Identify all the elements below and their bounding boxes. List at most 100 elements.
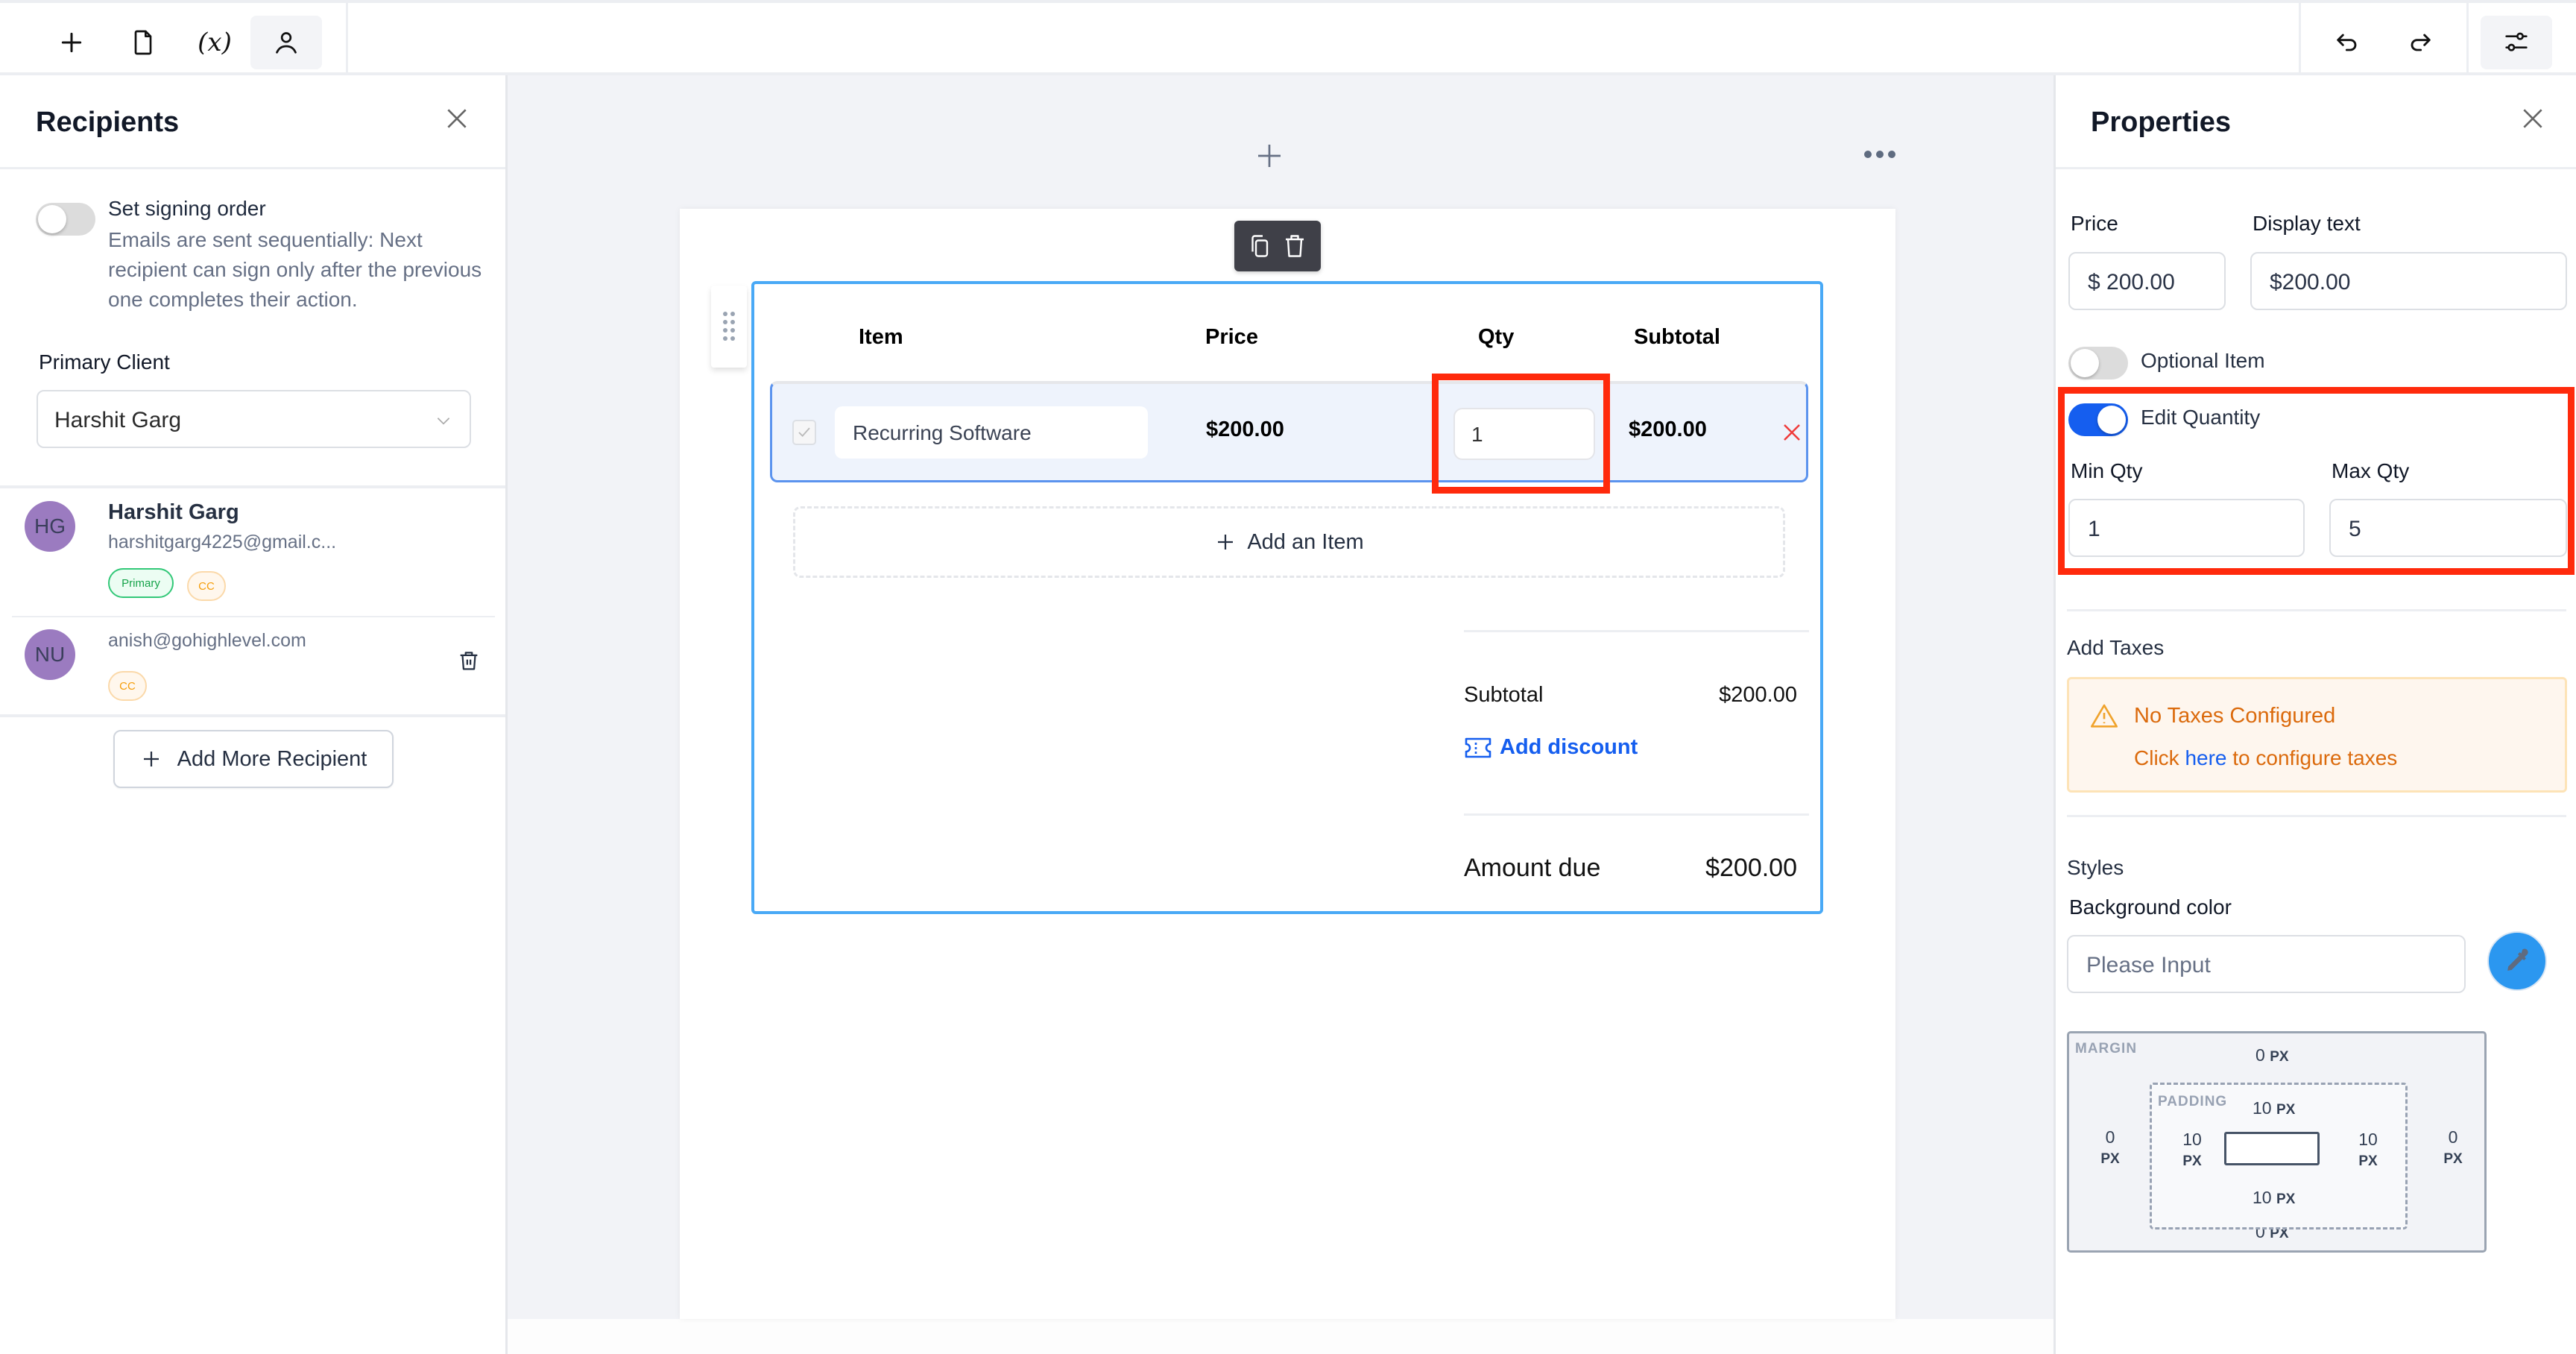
cc-badge: CC — [187, 571, 226, 601]
product-list-block[interactable]: Item Price Qty Subtotal Recurring Softwa… — [751, 281, 1823, 914]
optional-item-label: Optional Item — [2141, 349, 2265, 372]
toolbar-divider — [2466, 3, 2469, 75]
redo-icon — [2411, 34, 2431, 51]
price-label: Price — [2071, 212, 2118, 235]
column-header-price: Price — [1205, 325, 1258, 349]
add-discount-link[interactable]: Add discount — [1464, 735, 1638, 760]
toolbar-divider — [346, 3, 348, 75]
chevron-down-icon — [437, 418, 450, 425]
primary-client-select[interactable]: Harshit Garg — [37, 390, 471, 448]
primary-client-label: Primary Client — [39, 350, 170, 374]
no-taxes-description: Click here to configure taxes — [2134, 746, 2397, 770]
remove-row-icon[interactable] — [1781, 421, 1803, 444]
margin-right[interactable]: 0 PX — [2442, 1127, 2464, 1168]
recipients-button[interactable] — [250, 16, 322, 69]
more-options-icon[interactable] — [1863, 148, 1896, 160]
row-checkbox[interactable] — [792, 420, 816, 445]
top-toolbar: (x) — [0, 0, 2576, 75]
no-taxes-alert: No Taxes Configured Click here to config… — [2067, 677, 2567, 793]
trash-icon[interactable] — [456, 646, 482, 676]
subtotal-label: Subtotal — [1464, 683, 1544, 707]
check-icon — [798, 427, 810, 438]
duplicate-icon[interactable] — [1249, 233, 1272, 259]
add-item-button[interactable]: Add an Item — [793, 506, 1785, 578]
edit-quantity-toggle[interactable] — [2068, 403, 2128, 436]
plus-icon — [61, 32, 82, 53]
variable-icon: (x) — [198, 28, 232, 57]
primary-badge: Primary — [108, 568, 174, 598]
max-qty-label: Max Qty — [2332, 459, 2410, 482]
quantity-input[interactable]: 1 — [1453, 408, 1595, 460]
display-text-label: Display text — [2253, 212, 2361, 235]
recipient-email: harshitgarg4225@gmail.c... — [108, 532, 337, 552]
avatar: HG — [25, 501, 75, 552]
variables-button[interactable]: (x) — [179, 16, 250, 69]
document-icon — [134, 30, 152, 55]
padding-bottom[interactable]: 10 PX — [2253, 1188, 2295, 1208]
toggle-knob — [38, 205, 66, 233]
drag-handle[interactable] — [711, 286, 747, 368]
item-name-input[interactable]: Recurring Software — [835, 406, 1148, 459]
add-more-recipient-button[interactable]: Add More Recipient — [113, 730, 394, 788]
column-header-item: Item — [859, 325, 903, 349]
margin-top[interactable]: 0 PX — [2255, 1045, 2289, 1065]
cc-badge: CC — [108, 671, 147, 701]
display-text-input[interactable]: $200.00 — [2250, 252, 2567, 310]
background-color-input[interactable]: Please Input — [2067, 935, 2466, 993]
item-price: $200.00 — [1206, 418, 1284, 441]
divider — [1464, 813, 1809, 816]
recipient-name: Harshit Garg — [108, 500, 239, 524]
tax-desc-prefix: Click — [2134, 746, 2179, 769]
amount-due-label: Amount due — [1464, 854, 1601, 882]
table-row[interactable]: Recurring Software $200.00 1 $200.00 — [770, 381, 1808, 482]
padding-caption: PADDING — [2158, 1094, 2228, 1109]
toggle-knob — [2071, 349, 2099, 377]
add-item-label: Add an Item — [1247, 529, 1364, 554]
plus-icon — [143, 752, 159, 766]
min-qty-input[interactable]: 1 — [2068, 499, 2305, 557]
item-subtotal: $200.00 — [1629, 418, 1707, 441]
max-qty-input[interactable]: 5 — [2329, 499, 2567, 557]
padding-right[interactable]: 10 PX — [2353, 1130, 2383, 1170]
content-box — [2224, 1132, 2320, 1165]
price-input[interactable]: $ 200.00 — [2068, 252, 2226, 310]
properties-toggle-button[interactable] — [2481, 16, 2552, 69]
no-taxes-title: No Taxes Configured — [2134, 704, 2336, 728]
column-header-subtotal: Subtotal — [1634, 325, 1720, 349]
add-section-icon[interactable] — [1254, 141, 1284, 171]
settings-sliders-icon — [2505, 32, 2528, 51]
min-qty-label: Min Qty — [2071, 459, 2143, 482]
divider — [0, 714, 505, 717]
background-color-label: Background color — [2069, 895, 2232, 919]
divider — [1464, 630, 1809, 632]
signing-order-label: Set signing order — [108, 197, 266, 220]
add-discount-label: Add discount — [1500, 735, 1638, 759]
primary-client-value: Harshit Garg — [54, 408, 182, 432]
toggle-knob — [2097, 406, 2126, 434]
plus-icon — [1218, 535, 1234, 550]
redo-button[interactable] — [2384, 16, 2455, 69]
edit-quantity-label: Edit Quantity — [2141, 406, 2261, 429]
close-icon[interactable] — [442, 104, 472, 133]
properties-panel: Properties Price Display text $ 200.00 $… — [2053, 75, 2576, 1354]
canvas-footer — [508, 1319, 2053, 1354]
configure-taxes-link[interactable]: here — [2185, 746, 2226, 769]
padding-top[interactable]: 10 PX — [2253, 1098, 2295, 1118]
recipients-panel-header: Recipients — [0, 75, 505, 169]
divider — [0, 485, 505, 488]
avatar: NU — [25, 629, 75, 680]
properties-panel-header: Properties — [2056, 75, 2576, 169]
undo-button[interactable] — [2312, 16, 2384, 69]
pages-button[interactable] — [107, 16, 179, 69]
add-element-button[interactable] — [36, 16, 107, 69]
signing-order-toggle[interactable] — [36, 203, 95, 236]
optional-item-toggle[interactable] — [2068, 347, 2128, 380]
color-picker-button[interactable] — [2487, 931, 2547, 991]
close-icon[interactable] — [2518, 104, 2548, 133]
eyedropper-icon — [2507, 948, 2528, 971]
warning-icon — [2091, 704, 2118, 728]
user-icon — [276, 32, 297, 54]
margin-left[interactable]: 0 PX — [2099, 1127, 2121, 1168]
delete-icon[interactable] — [1284, 233, 1306, 259]
padding-left[interactable]: 10 PX — [2177, 1130, 2207, 1170]
